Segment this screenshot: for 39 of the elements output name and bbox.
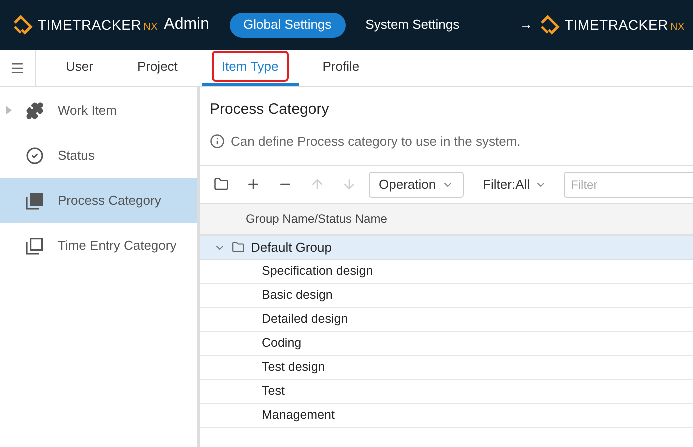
- add-icon[interactable]: [246, 177, 261, 192]
- sidebar-item[interactable]: Time Entry Category: [0, 223, 197, 268]
- table-cell-text: Test design: [262, 359, 326, 376]
- table-cell-text: Specification design: [262, 263, 374, 280]
- folder-icon[interactable]: [214, 177, 229, 192]
- info-text: Can define Process category to use in the system.: [231, 132, 521, 151]
- stacked-squares-icon: [26, 236, 44, 254]
- logo-text: TIMETRACKER NX: [564, 16, 685, 34]
- logo-icon: [538, 14, 561, 36]
- tab[interactable]: Profile: [302, 50, 380, 86]
- arrow-icon[interactable]: →: [520, 15, 533, 35]
- sidebar-item[interactable]: Work Item: [0, 88, 197, 133]
- menu-icon[interactable]: [10, 60, 25, 76]
- puzzle-icon: [26, 102, 44, 120]
- column-header: Group Name/Status Name: [246, 211, 388, 228]
- nav-tab[interactable]: System Settings: [352, 12, 474, 38]
- table-cell-text: Test: [262, 383, 285, 400]
- sidebar-item[interactable]: Status: [0, 133, 197, 178]
- table-cell-text: Management: [262, 407, 335, 424]
- folder-icon: [232, 241, 245, 254]
- filter-field[interactable]: Filter: [564, 172, 693, 198]
- info-icon: [210, 134, 225, 149]
- stacked-squares-icon: [26, 192, 44, 210]
- tab[interactable]: User: [46, 50, 114, 86]
- table-cell-text: Basic design: [262, 287, 333, 304]
- check-circle-icon: [26, 146, 44, 164]
- filter-dropdown[interactable]: Filter:All: [483, 174, 548, 194]
- nav-tab[interactable]: Global Settings: [230, 12, 346, 38]
- group-row[interactable]: Default Group: [200, 236, 693, 260]
- sidebar-item[interactable]: Process Category: [0, 178, 197, 223]
- table-cell-text: Detailed design: [262, 311, 348, 328]
- tab[interactable]: Project: [117, 50, 198, 86]
- app-label: Admin: [164, 15, 210, 35]
- logo-icon: [12, 14, 34, 36]
- group-label: Default Group: [251, 238, 332, 257]
- table-cell-text: Coding: [262, 335, 302, 352]
- operation-dropdown[interactable]: Operation: [369, 172, 464, 198]
- logo-text: TIMETRACKER NX: [38, 16, 158, 34]
- section-title: Process Category: [210, 100, 330, 120]
